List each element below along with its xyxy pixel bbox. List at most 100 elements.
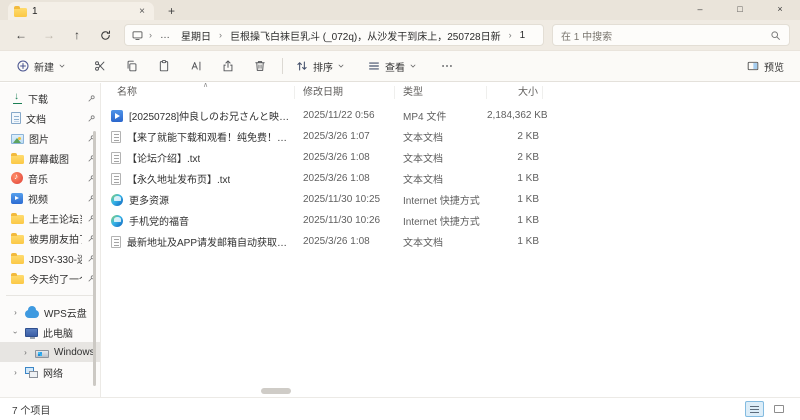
file-row[interactable]: 【永久地址发布页】.txt 2025/3/26 1:08 文本文档 1 KB (101, 168, 800, 189)
column-headers: ∧ 名称 修改日期 类型 大小 (101, 82, 800, 102)
file-size: 1 KB (517, 215, 539, 226)
pin-icon (88, 94, 95, 101)
new-button[interactable]: 新建 (10, 55, 72, 78)
sidebar-tree-item[interactable]: › 此电脑 (0, 322, 100, 342)
trash-icon (255, 61, 265, 71)
chevron-down-icon (410, 64, 416, 68)
sidebar-tree-item[interactable]: › WPS云盘 (0, 302, 100, 322)
column-header-date[interactable]: 修改日期 (295, 86, 395, 99)
rename-button[interactable] (180, 55, 212, 77)
view-button-label: 查看 (385, 62, 405, 74)
sidebar-item[interactable]: 屏幕截图 (0, 148, 100, 168)
new-tab-button[interactable]: + (164, 2, 179, 20)
file-row[interactable]: [20250728]仲良しのお兄さんと映画デートし... 2025/11/22 0… (101, 105, 800, 126)
delete-button[interactable] (244, 55, 276, 77)
view-list-icon (369, 62, 379, 70)
large-icons-view-button[interactable] (769, 401, 788, 417)
sidebar-item[interactable]: 下载 (0, 88, 100, 108)
sidebar-item-label: 今天约了一个 (29, 274, 82, 286)
tab-close-icon[interactable]: × (136, 6, 148, 17)
sidebar-item-label: 被男朋友拍了 (29, 234, 82, 246)
expander-chevron-icon[interactable]: › (21, 348, 30, 357)
preview-button[interactable]: 预览 (740, 55, 790, 78)
column-header-size[interactable]: 大小 (487, 86, 543, 99)
file-date: 2025/3/26 1:07 (303, 131, 370, 142)
sort-button[interactable]: 排序 (289, 55, 351, 78)
cut-button[interactable] (84, 55, 116, 77)
search-input[interactable]: 在 1 中搜索 (552, 24, 790, 46)
textfile-file-icon (111, 151, 121, 164)
maximize-button[interactable]: □ (720, 0, 760, 20)
folder-icon (14, 6, 27, 17)
docs-icon (11, 112, 21, 124)
forward-button[interactable]: → (40, 26, 58, 44)
minimize-button[interactable]: – (680, 0, 720, 20)
expander-chevron-icon[interactable]: › (11, 368, 20, 377)
breadcrumb-item-current[interactable]: 1 (517, 29, 529, 42)
sidebar-item-label: JDSY-330-迷 (29, 254, 82, 266)
command-bar: 新建 排序 查看 预览 (0, 50, 800, 82)
sort-icon (297, 61, 307, 71)
file-row[interactable]: 最新地址及APP请发邮箱自动获取！！！.txt 2025/3/26 1:08 文本文… (101, 231, 800, 252)
sidebar-item[interactable]: 被男朋友拍了 (0, 228, 100, 248)
file-size: 2 KB (517, 131, 539, 142)
file-row[interactable]: 【论坛介绍】.txt 2025/3/26 1:08 文本文档 2 KB (101, 147, 800, 168)
sidebar-tree-item[interactable]: › 网络 (0, 362, 100, 382)
file-date: 2025/3/26 1:08 (303, 173, 370, 184)
rename-icon (191, 61, 201, 71)
textfile-file-icon (111, 235, 121, 248)
sidebar-tree-item[interactable]: › Windows-SSD (0, 342, 100, 362)
tab-title: 1 (32, 5, 38, 17)
sidebar-item[interactable]: 图片 (0, 128, 100, 148)
sidebar-scrollbar[interactable] (93, 131, 96, 386)
back-button[interactable]: ← (12, 26, 30, 44)
details-view-icon (750, 405, 759, 413)
sidebar-item[interactable]: 上老王论坛当 (0, 208, 100, 228)
up-button[interactable]: ↑ (68, 26, 86, 44)
sidebar-item[interactable]: JDSY-330-迷 (0, 248, 100, 268)
column-header-type[interactable]: 类型 (395, 86, 487, 99)
expander-chevron-icon[interactable]: › (11, 308, 20, 317)
item-count: 7 个项目 (12, 405, 51, 417)
file-row[interactable]: 手机党的福音 2025/11/30 10:26 Internet 快捷方式 1 KB (101, 210, 800, 231)
sidebar-item[interactable]: 音乐 (0, 168, 100, 188)
file-row[interactable]: 【来了就能下载和观看！纯免费！】.txt 2025/3/26 1:07 文本文档 2 … (101, 126, 800, 147)
folder-icon (11, 233, 24, 244)
file-name-cell: 【论坛介绍】.txt (109, 150, 295, 165)
file-date: 2025/11/30 10:25 (303, 194, 381, 205)
expander-chevron-icon[interactable]: › (11, 328, 20, 337)
close-button[interactable]: × (760, 0, 800, 20)
breadcrumb[interactable]: › … 星期日 › 巨根操飞白袜巨乳斗 (_072q)，从沙发干到床上，2507… (124, 24, 544, 46)
edge-file-icon (111, 214, 123, 227)
pin-icon (88, 114, 95, 121)
textfile-file-icon (111, 130, 121, 143)
more-options-button[interactable] (431, 55, 463, 77)
preview-panel-icon (747, 61, 759, 71)
breadcrumb-item[interactable]: 巨根操飞白袜巨乳斗 (_072q)，从沙发干到床上，250728日新 (227, 27, 504, 44)
chevron-down-icon (338, 64, 344, 68)
file-row[interactable]: 更多资源 2025/11/30 10:25 Internet 快捷方式 1 KB (101, 189, 800, 210)
horizontal-scrollbar[interactable] (261, 388, 291, 394)
search-placeholder: 在 1 中搜索 (561, 31, 613, 43)
sidebar-divider (6, 295, 94, 296)
copy-icon (127, 60, 137, 72)
copy-button[interactable] (116, 55, 148, 77)
paste-button[interactable] (148, 55, 180, 77)
view-button[interactable]: 查看 (361, 55, 423, 78)
breadcrumb-overflow[interactable]: … (157, 29, 174, 42)
file-date: 2025/11/22 0:56 (303, 110, 375, 121)
refresh-button[interactable] (96, 26, 114, 44)
column-header-name[interactable]: 名称 (109, 86, 295, 99)
sidebar-item[interactable]: 文档 (0, 108, 100, 128)
explorer-tab[interactable]: 1 × (8, 2, 154, 20)
breadcrumb-item[interactable]: 星期日 (178, 27, 214, 44)
folder-icon (11, 273, 24, 284)
sidebar-item[interactable]: 今天约了一个 (0, 268, 100, 288)
folder-icon (11, 153, 24, 164)
sidebar-item[interactable]: 视频 (0, 188, 100, 208)
file-date: 2025/3/26 1:08 (303, 236, 370, 247)
share-button[interactable] (212, 55, 244, 77)
sidebar-item-label: Windows-SSD (54, 346, 96, 358)
details-view-button[interactable] (745, 401, 764, 417)
device-monitor-icon (132, 30, 143, 40)
